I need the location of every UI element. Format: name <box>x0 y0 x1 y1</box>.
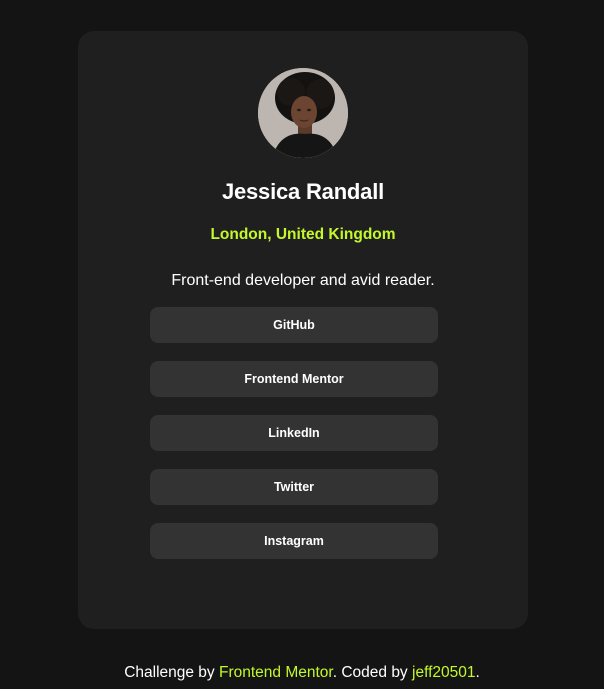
profile-photo-icon <box>258 68 348 158</box>
profile-name: Jessica Randall <box>221 179 385 204</box>
frontend-mentor-link-button[interactable]: Frontend Mentor <box>150 361 438 397</box>
profile-bio: Front-end developer and avid reader. <box>171 272 435 289</box>
frontend-mentor-footer-link[interactable]: Frontend Mentor <box>219 664 333 681</box>
profile-card: Jessica Randall London, United Kingdom F… <box>78 31 528 629</box>
footer-suffix-text: . <box>475 664 480 681</box>
avatar <box>258 68 348 158</box>
profile-location: London, United Kingdom <box>210 226 396 243</box>
github-link-button[interactable]: GitHub <box>150 307 438 343</box>
twitter-link-button[interactable]: Twitter <box>150 469 438 505</box>
author-footer-link[interactable]: jeff20501 <box>412 664 476 681</box>
social-links-list: GitHub Frontend Mentor LinkedIn Twitter … <box>150 307 438 577</box>
attribution-footer: Challenge by Frontend Mentor. Coded by j… <box>0 664 604 682</box>
footer-middle-text: . Coded by <box>332 664 412 681</box>
linkedin-link-button[interactable]: LinkedIn <box>150 415 438 451</box>
instagram-link-button[interactable]: Instagram <box>150 523 438 559</box>
footer-prefix-text: Challenge by <box>124 664 219 681</box>
